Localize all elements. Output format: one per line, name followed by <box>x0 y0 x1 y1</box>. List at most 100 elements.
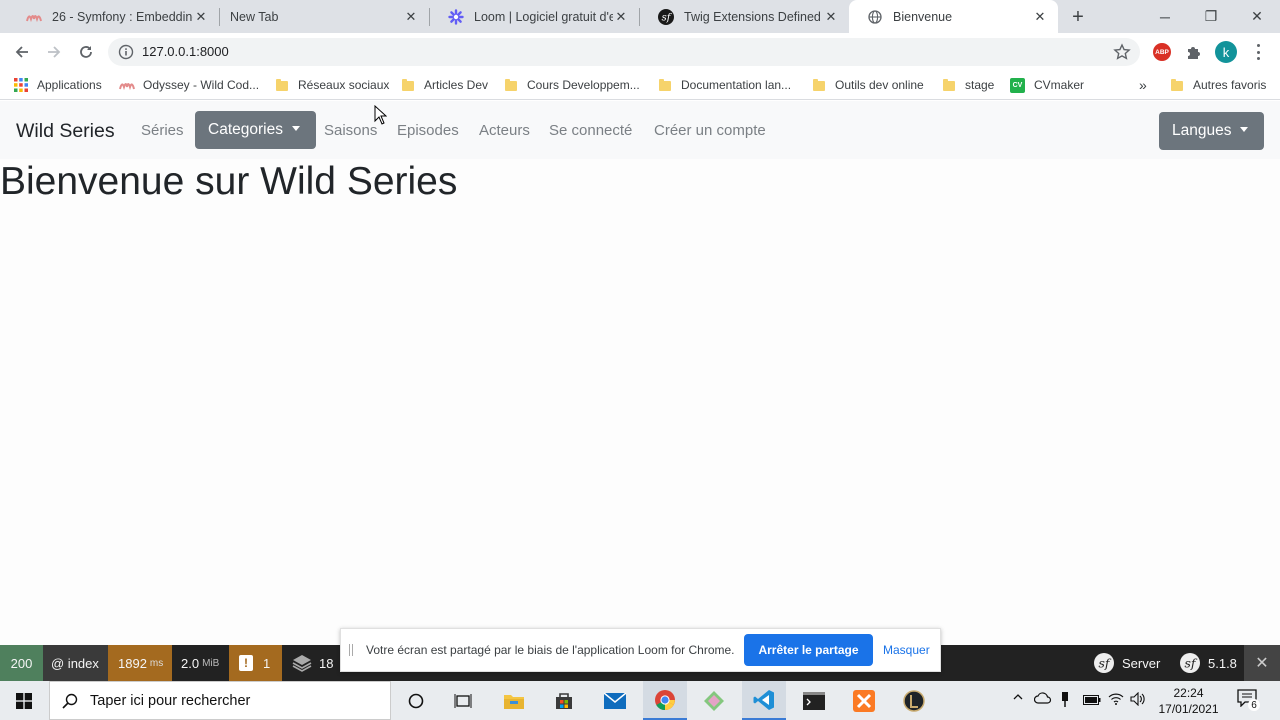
notification-center-icon[interactable]: 6 <box>1237 689 1260 711</box>
profile-avatar[interactable]: k <box>1215 41 1237 63</box>
symfony-icon: sf <box>658 8 674 25</box>
tab-close-icon[interactable]: ✕ <box>613 9 629 25</box>
wifi-icon[interactable] <box>1108 692 1124 709</box>
clock[interactable]: 22:24 17/01/2021 <box>1150 683 1227 719</box>
league-of-legends-icon[interactable] <box>898 681 930 720</box>
tab-symfony-embedding[interactable]: 26 - Symfony : Embedding ✕ <box>8 0 219 33</box>
restore-button[interactable]: ❐ <box>1188 0 1234 33</box>
caret-down-icon <box>291 125 300 131</box>
memory-value: 2.0 <box>181 655 200 671</box>
memory-unit: MiB <box>202 657 220 669</box>
categories-dropdown-button[interactable]: Categories <box>195 111 316 149</box>
time-unit: ms <box>149 657 164 669</box>
taskbar-search-box[interactable]: Taper ici pour rechercher <box>49 681 391 720</box>
version-panel[interactable]: sf 5.1.8 <box>1170 645 1247 681</box>
tab-close-icon[interactable]: ✕ <box>193 9 209 25</box>
tab-close-icon[interactable]: ✕ <box>403 9 419 25</box>
windows-start-icon[interactable] <box>0 681 48 720</box>
languages-dropdown-button[interactable]: Langues <box>1159 112 1264 150</box>
bookmark-label: Cours Developpem... <box>527 78 640 92</box>
drag-handle-icon[interactable] <box>349 644 355 656</box>
new-tab-button[interactable]: + <box>1066 5 1090 29</box>
tab-close-icon[interactable]: ✕ <box>1032 9 1048 25</box>
twig-panel[interactable]: 18 <box>284 645 340 681</box>
bookmark-cvmaker[interactable]: CV CVmaker <box>1010 76 1084 94</box>
task-view-icon[interactable] <box>447 681 479 720</box>
bookmark-label: Réseaux sociaux <box>298 78 390 92</box>
folder-icon <box>813 79 825 91</box>
tab-title: Twig Extensions Defined by <box>684 9 823 24</box>
route-name[interactable]: @ index <box>43 645 108 681</box>
info-icon[interactable] <box>118 44 134 63</box>
memory-panel[interactable]: 2.0 MiB <box>172 645 229 681</box>
profiler-close-icon[interactable]: ✕ <box>1244 645 1280 681</box>
file-explorer-icon[interactable] <box>498 681 530 720</box>
clock-time: 22:24 <box>1173 686 1204 700</box>
battery-icon[interactable] <box>1083 694 1101 708</box>
page-title: Bienvenue sur Wild Series <box>0 160 458 203</box>
folder-icon <box>276 79 288 91</box>
bookmark-outils-dev[interactable]: Outils dev online <box>813 76 924 94</box>
notification-count-badge: 6 <box>1248 699 1260 711</box>
categories-label: Categories <box>208 121 283 138</box>
server-panel[interactable]: sf Server <box>1084 645 1170 681</box>
bookmark-stage[interactable]: stage <box>943 76 994 94</box>
tray-chevron-up-icon[interactable] <box>1012 691 1024 706</box>
nav-link-register[interactable]: Créer un compte <box>654 122 766 139</box>
cortana-icon[interactable] <box>400 681 432 720</box>
extensions-puzzle-icon[interactable] <box>1185 43 1203 64</box>
bookmark-label: Outils dev online <box>835 78 924 92</box>
bookmark-reseaux-sociaux[interactable]: Réseaux sociaux <box>276 76 389 94</box>
nav-link-acteurs[interactable]: Acteurs <box>479 122 530 139</box>
tab-loom[interactable]: Loom | Logiciel gratuit d'en ✕ <box>430 0 639 33</box>
apps-grid-icon <box>14 78 28 92</box>
bookmark-applications[interactable]: Applications <box>14 76 102 94</box>
bookmark-cours-developpement[interactable]: Cours Developpem... <box>505 76 640 94</box>
hide-banner-button[interactable]: Masquer <box>883 643 930 657</box>
menu-kebab-icon[interactable] <box>1252 44 1264 60</box>
site-brand[interactable]: Wild Series <box>16 120 115 143</box>
loom-sharing-message: Votre écran est partagé par le biais de … <box>366 643 735 657</box>
adblock-icon[interactable]: ABP <box>1153 43 1171 61</box>
nav-link-episodes[interactable]: Episodes <box>397 122 459 139</box>
microsoft-store-icon[interactable] <box>548 681 580 720</box>
address-bar[interactable] <box>108 38 1140 66</box>
tab-twig-extensions[interactable]: sf Twig Extensions Defined by ✕ <box>640 0 849 33</box>
star-bookmark-icon[interactable] <box>1113 43 1131 64</box>
folder-icon <box>505 79 517 91</box>
folder-icon <box>1171 79 1183 91</box>
xampp-icon[interactable] <box>848 681 880 720</box>
mail-icon[interactable] <box>599 681 631 720</box>
usb-device-icon[interactable] <box>1060 692 1070 711</box>
volume-speaker-icon[interactable] <box>1130 691 1146 709</box>
nav-link-saisons[interactable]: Saisons <box>324 122 377 139</box>
bookmarks-overflow-chevron-icon[interactable]: » <box>1139 76 1147 94</box>
forward-arrow-icon[interactable] <box>40 38 68 66</box>
tab-title: Bienvenue <box>893 9 953 24</box>
url-text[interactable]: 127.0.0.1:8000 <box>142 44 229 59</box>
bookmark-articles-dev[interactable]: Articles Dev <box>402 76 488 94</box>
nav-link-series[interactable]: Séries <box>141 122 184 139</box>
chrome-taskbar-icon[interactable] <box>643 681 687 720</box>
minimize-button[interactable]: ─ <box>1142 0 1188 33</box>
warnings-panel[interactable]: ! 1 <box>229 645 282 681</box>
onedrive-cloud-icon[interactable] <box>1033 692 1052 707</box>
odyssey-icon <box>26 9 42 25</box>
stop-sharing-button[interactable]: Arrêter le partage <box>744 634 873 666</box>
bookmark-odyssey[interactable]: Odyssey - Wild Cod... <box>119 76 259 94</box>
time-panel[interactable]: 1892 ms <box>108 645 172 681</box>
close-window-button[interactable]: ✕ <box>1234 0 1280 33</box>
bookmark-label: Articles Dev <box>424 78 489 92</box>
git-kraken-icon[interactable] <box>698 681 730 720</box>
bookmark-documentation[interactable]: Documentation lan... <box>659 76 791 94</box>
nav-link-login[interactable]: Se connecté <box>549 122 632 139</box>
tab-bienvenue[interactable]: Bienvenue ✕ <box>849 0 1058 33</box>
back-arrow-icon[interactable] <box>8 38 36 66</box>
bookmark-other-favorites[interactable]: Autres favoris <box>1171 76 1266 94</box>
vscode-icon[interactable] <box>742 681 786 720</box>
status-code-badge[interactable]: 200 <box>0 645 43 681</box>
reload-icon[interactable] <box>72 38 100 66</box>
tab-close-icon[interactable]: ✕ <box>823 9 839 25</box>
terminal-icon[interactable] <box>798 681 830 720</box>
tab-new-tab[interactable]: New Tab ✕ <box>220 0 429 33</box>
